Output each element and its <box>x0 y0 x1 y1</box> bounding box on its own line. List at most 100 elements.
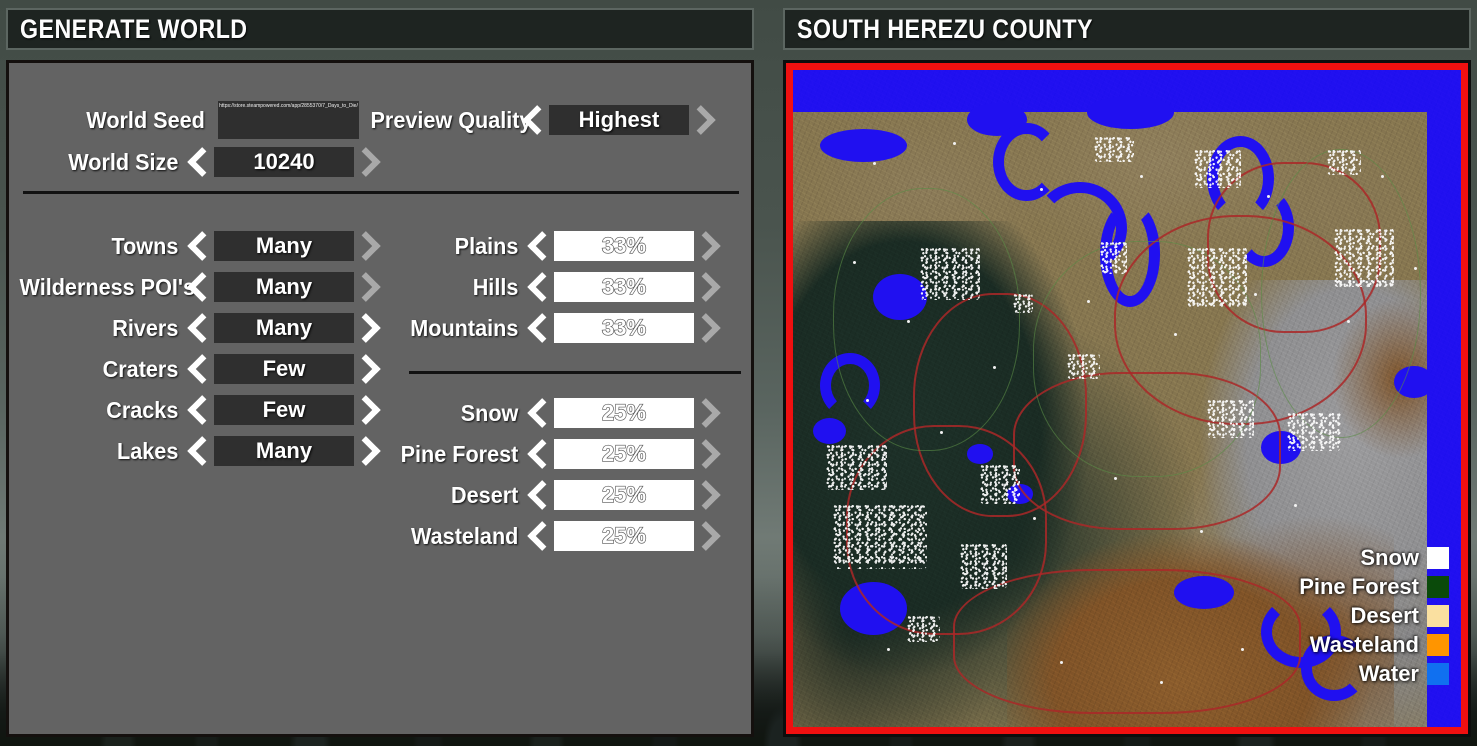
terrain-row-mountains: Mountains 33% <box>339 311 724 345</box>
feature-value[interactable]: Many <box>214 231 354 261</box>
world-size-prev-arrow[interactable] <box>184 145 214 179</box>
world-settings-panel: World Seed https://store.steampowered.co… <box>6 60 754 737</box>
feature-label: Rivers <box>112 314 179 341</box>
legend-item: Water <box>1359 661 1449 687</box>
preview-quality-prev-arrow[interactable] <box>519 103 549 137</box>
town-cluster <box>1066 352 1101 379</box>
terrain-prev-arrow[interactable] <box>524 311 554 345</box>
biome-next-arrow[interactable] <box>694 519 724 553</box>
biome-row-snow: Snow 25% <box>339 396 724 430</box>
town-cluster <box>1193 148 1241 189</box>
biome-prev-arrow[interactable] <box>524 437 554 471</box>
biome-row-desert: Desert 25% <box>339 478 724 512</box>
legend-item: Snow <box>1360 545 1449 571</box>
biome-value[interactable]: 25% <box>554 439 694 469</box>
terrain-next-arrow[interactable] <box>694 311 724 345</box>
feature-value[interactable]: Few <box>214 354 354 384</box>
feature-label: Cracks <box>106 396 179 423</box>
world-seed-label: World Seed <box>86 106 205 133</box>
town-cluster <box>1093 135 1134 162</box>
biome-label: Snow <box>460 399 519 426</box>
poi-marker <box>1240 648 1244 652</box>
town-cluster <box>833 503 927 570</box>
feature-next-arrow[interactable] <box>354 352 384 386</box>
legend-label: Snow <box>1360 545 1419 570</box>
terrain-next-arrow[interactable] <box>694 270 724 304</box>
feature-row-wilderness-poi-s: Wilderness POI's Many <box>9 270 384 304</box>
legend-label: Pine Forest <box>1299 574 1419 599</box>
legend-label: Desert <box>1350 603 1419 628</box>
town-cluster <box>980 464 1021 504</box>
biome-value[interactable]: 25% <box>554 480 694 510</box>
feature-prev-arrow[interactable] <box>184 270 214 304</box>
terrain-prev-arrow[interactable] <box>524 229 554 263</box>
biome-next-arrow[interactable] <box>694 396 724 430</box>
divider-mid <box>409 371 741 374</box>
feature-row-lakes: Lakes Many <box>9 434 384 468</box>
town-cluster <box>1013 293 1034 314</box>
world-name-titlebar: SOUTH HEREZU COUNTY <box>783 8 1471 50</box>
poi-marker <box>1380 175 1384 179</box>
poi-marker <box>1173 332 1177 336</box>
feature-prev-arrow[interactable] <box>184 393 214 427</box>
world-size-next-arrow[interactable] <box>354 145 384 179</box>
legend-item: Pine Forest <box>1299 574 1449 600</box>
feature-row-cracks: Cracks Few <box>9 393 384 427</box>
world-size-value[interactable]: 10240 <box>214 147 354 177</box>
legend-color-swatch <box>1427 605 1449 627</box>
feature-prev-arrow[interactable] <box>184 434 214 468</box>
trail-network <box>833 188 1021 452</box>
biome-prev-arrow[interactable] <box>524 396 554 430</box>
biome-label: Wasteland <box>411 522 519 549</box>
poi-marker <box>906 319 910 323</box>
biome-prev-arrow[interactable] <box>524 519 554 553</box>
feature-value[interactable]: Many <box>214 272 354 302</box>
world-size-row: World Size 10240 <box>9 145 384 179</box>
town-cluster <box>1334 227 1395 287</box>
feature-value[interactable]: Few <box>214 395 354 425</box>
biome-label: Desert <box>451 481 519 508</box>
map-red-border: Snow Pine Forest Desert Wasteland Water <box>786 63 1468 734</box>
town-cluster <box>1187 247 1248 307</box>
feature-prev-arrow[interactable] <box>184 311 214 345</box>
world-seed-input[interactable]: https://store.steampowered.com/app/28553… <box>218 101 359 139</box>
world-seed-value: https://store.steampowered.com/app/28553… <box>219 103 358 109</box>
preview-quality-value[interactable]: Highest <box>549 105 689 135</box>
poi-marker <box>886 648 890 652</box>
map-preview-image[interactable]: Snow Pine Forest Desert Wasteland Water <box>793 70 1461 727</box>
feature-row-towns: Towns Many <box>9 229 384 263</box>
biome-next-arrow[interactable] <box>694 478 724 512</box>
biome-prev-arrow[interactable] <box>524 478 554 512</box>
feature-value[interactable]: Many <box>214 436 354 466</box>
town-cluster <box>1207 398 1254 438</box>
world-seed-row: World Seed https://store.steampowered.co… <box>9 101 359 139</box>
terrain-label: Plains <box>454 232 519 259</box>
terrain-value[interactable]: 33% <box>554 231 694 261</box>
feature-prev-arrow[interactable] <box>184 352 214 386</box>
town-cluster <box>919 247 981 300</box>
legend-color-swatch <box>1427 547 1449 569</box>
feature-row-craters: Craters Few <box>9 352 384 386</box>
town-cluster <box>826 444 887 491</box>
divider-top <box>23 191 739 194</box>
terrain-value[interactable]: 33% <box>554 272 694 302</box>
page-title-right: SOUTH HEREZU COUNTY <box>797 13 1093 44</box>
feature-prev-arrow[interactable] <box>184 229 214 263</box>
terrain-next-arrow[interactable] <box>694 229 724 263</box>
lake <box>819 129 907 162</box>
feature-row-rivers: Rivers Many <box>9 311 384 345</box>
trail-network <box>1260 148 1421 438</box>
terrain-value[interactable]: 33% <box>554 313 694 343</box>
terrain-label: Hills <box>472 273 519 300</box>
feature-value[interactable]: Many <box>214 313 354 343</box>
town-cluster <box>1287 411 1341 452</box>
town-cluster <box>1327 148 1361 176</box>
world-size-label: World Size <box>68 148 179 175</box>
terrain-prev-arrow[interactable] <box>524 270 554 304</box>
biome-value[interactable]: 25% <box>554 521 694 551</box>
page-title-left: GENERATE WORLD <box>20 13 248 44</box>
biome-next-arrow[interactable] <box>694 437 724 471</box>
biome-value[interactable]: 25% <box>554 398 694 428</box>
preview-quality-next-arrow[interactable] <box>689 103 719 137</box>
generate-world-titlebar: GENERATE WORLD <box>6 8 754 50</box>
